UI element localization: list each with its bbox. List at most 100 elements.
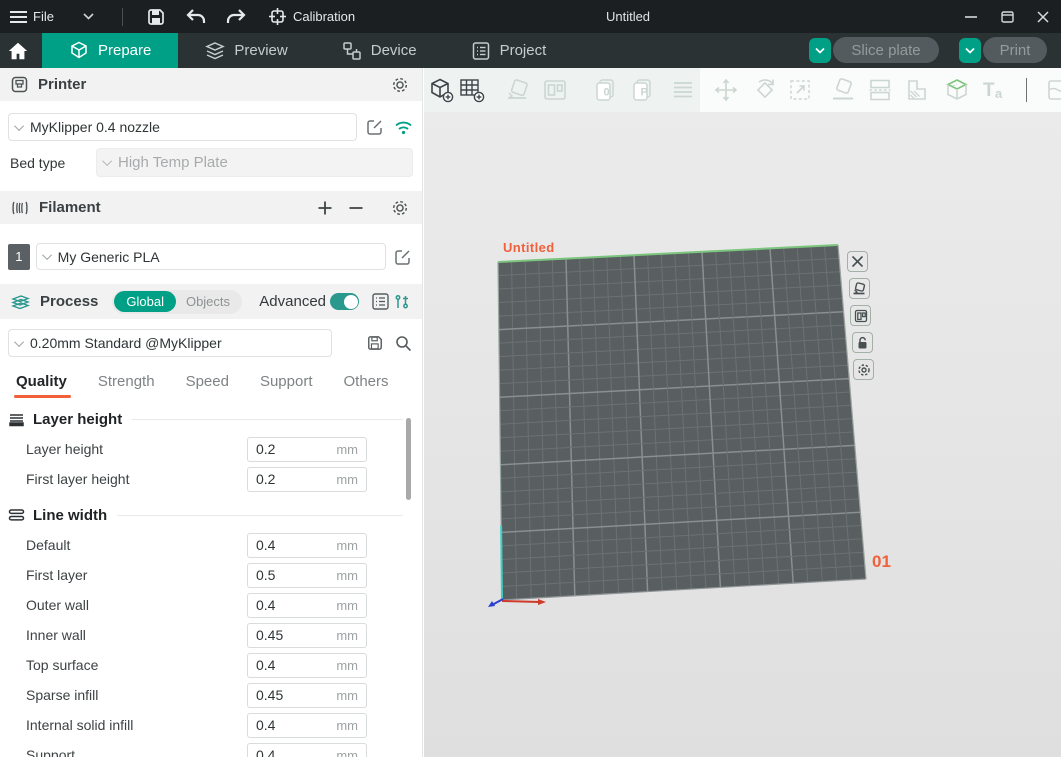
- nav-tab-preview[interactable]: Preview: [178, 33, 314, 68]
- scope-global-button[interactable]: Global: [114, 291, 176, 312]
- filament-preset-select[interactable]: My Generic PLA: [36, 243, 387, 270]
- gear-icon: [391, 76, 409, 94]
- remove-filament-button[interactable]: [345, 197, 367, 219]
- param-value-input[interactable]: [248, 717, 318, 733]
- prepare-icon: [69, 41, 89, 61]
- parameter-tune-button[interactable]: [393, 291, 411, 313]
- process-scope-toggle: Global Objects: [112, 290, 242, 314]
- preview-icon: [205, 41, 225, 61]
- advanced-toggle[interactable]: [330, 293, 359, 310]
- filament-section-title: Filament: [39, 199, 101, 216]
- save-icon: [147, 8, 165, 26]
- param-tab-others[interactable]: Others: [344, 369, 389, 398]
- printer-connection-button[interactable]: [393, 116, 414, 138]
- undo-icon: [186, 9, 206, 25]
- param-value-input[interactable]: [248, 657, 318, 673]
- add-plate-icon[interactable]: [458, 76, 486, 104]
- orient-plate-icon[interactable]: [849, 278, 870, 299]
- param-value-input[interactable]: [248, 597, 318, 613]
- titlebar-divider: [122, 8, 123, 26]
- viewport-canvas[interactable]: Untitled 01: [424, 112, 1061, 757]
- print-options-button[interactable]: [959, 38, 981, 63]
- param-tab-quality[interactable]: Quality: [16, 369, 67, 398]
- home-icon: [7, 40, 29, 62]
- param-value-input[interactable]: [248, 471, 318, 487]
- lay-on-face-icon[interactable]: [829, 76, 857, 104]
- edit-filament-button[interactable]: [392, 246, 414, 268]
- chevron-down-icon: [83, 13, 94, 20]
- move-icon[interactable]: [712, 76, 740, 104]
- rotate-icon[interactable]: [751, 76, 779, 104]
- auto-orient-icon[interactable]: [504, 76, 532, 104]
- save-button[interactable]: [141, 4, 171, 30]
- printer-section-title: Printer: [38, 76, 86, 93]
- minus-icon: [349, 206, 363, 210]
- nav-tab-prepare[interactable]: Prepare: [42, 33, 178, 68]
- variable-layer-height-icon[interactable]: [943, 76, 971, 104]
- param-value-input[interactable]: [248, 627, 318, 643]
- seam-icon[interactable]: [1045, 76, 1061, 104]
- save-preset-button[interactable]: [364, 332, 386, 354]
- slice-plate-group: Slice plate: [809, 37, 939, 63]
- color-paint-icon[interactable]: [904, 76, 932, 104]
- calibration-icon: [269, 8, 286, 25]
- file-menu-chevron[interactable]: [74, 4, 104, 30]
- param-input-box: mm: [247, 533, 367, 558]
- search-preset-button[interactable]: [392, 332, 414, 354]
- param-row-sparse-infill: Sparse infillmm: [0, 680, 423, 710]
- parameter-list-button[interactable]: [369, 291, 391, 313]
- process-section-header: Process Global Objects Advanced: [0, 284, 422, 319]
- calibration-button[interactable]: Calibration: [269, 8, 355, 25]
- plate-name-label: Untitled: [503, 240, 555, 255]
- param-label: First layer height: [26, 471, 247, 487]
- section-header-line-width[interactable]: Line width: [8, 504, 403, 526]
- section-header-layer-height[interactable]: Layer height: [8, 408, 403, 430]
- close-button[interactable]: [1025, 0, 1061, 33]
- param-value-input[interactable]: [248, 567, 318, 583]
- save-icon: [367, 335, 383, 351]
- printer-preset-select[interactable]: MyKlipper 0.4 nozzle: [8, 113, 357, 141]
- minimize-button[interactable]: [953, 0, 989, 33]
- edit-printer-button[interactable]: [364, 116, 385, 138]
- add-object-icon[interactable]: [427, 76, 455, 104]
- nav-tab-project[interactable]: Project: [444, 33, 574, 68]
- layers-stack-icon[interactable]: [669, 76, 697, 104]
- build-plate[interactable]: [424, 112, 1061, 757]
- split-to-parts-icon[interactable]: P: [629, 76, 657, 104]
- param-value-input[interactable]: [248, 537, 318, 553]
- arrange-icon[interactable]: [541, 76, 569, 104]
- split-to-objects-icon[interactable]: 0: [592, 76, 620, 104]
- param-tab-support[interactable]: Support: [260, 369, 313, 398]
- param-tab-speed[interactable]: Speed: [186, 369, 229, 398]
- param-value-input[interactable]: [248, 441, 318, 457]
- maximize-button[interactable]: [989, 0, 1025, 33]
- bed-type-select[interactable]: High Temp Plate: [96, 148, 413, 177]
- param-value-input[interactable]: [248, 747, 318, 757]
- scale-icon[interactable]: [786, 76, 814, 104]
- print-button[interactable]: Print: [983, 37, 1047, 63]
- nav-tab-device[interactable]: Device: [315, 33, 444, 68]
- param-value-input[interactable]: [248, 687, 318, 703]
- bed-type-value: High Temp Plate: [118, 154, 228, 171]
- home-button[interactable]: [0, 33, 36, 68]
- undo-button[interactable]: [181, 4, 211, 30]
- lock-plate-icon[interactable]: [852, 332, 873, 353]
- param-tab-strength[interactable]: Strength: [98, 369, 155, 398]
- add-filament-button[interactable]: [314, 197, 336, 219]
- process-preset-select[interactable]: 0.20mm Standard @MyKlipper: [8, 329, 332, 357]
- redo-button[interactable]: [221, 4, 251, 30]
- delete-plate-icon[interactable]: [847, 251, 868, 272]
- plate-settings-icon[interactable]: [853, 359, 874, 380]
- slice-plate-button[interactable]: Slice plate: [833, 37, 939, 63]
- filament-slot-badge[interactable]: 1: [8, 244, 30, 270]
- slice-options-button[interactable]: [809, 38, 831, 63]
- scope-objects-button[interactable]: Objects: [176, 294, 240, 309]
- cut-icon[interactable]: [866, 76, 894, 104]
- main-nav: PreparePreviewDeviceProject Slice plate …: [0, 33, 1061, 68]
- file-menu[interactable]: File: [10, 9, 54, 24]
- text-tool-icon[interactable]: Ta: [980, 76, 1008, 104]
- filament-settings-button[interactable]: [389, 197, 411, 219]
- printer-settings-button[interactable]: [389, 74, 411, 96]
- sidebar-scrollbar[interactable]: [406, 418, 411, 500]
- arrange-plate-icon[interactable]: [850, 305, 871, 326]
